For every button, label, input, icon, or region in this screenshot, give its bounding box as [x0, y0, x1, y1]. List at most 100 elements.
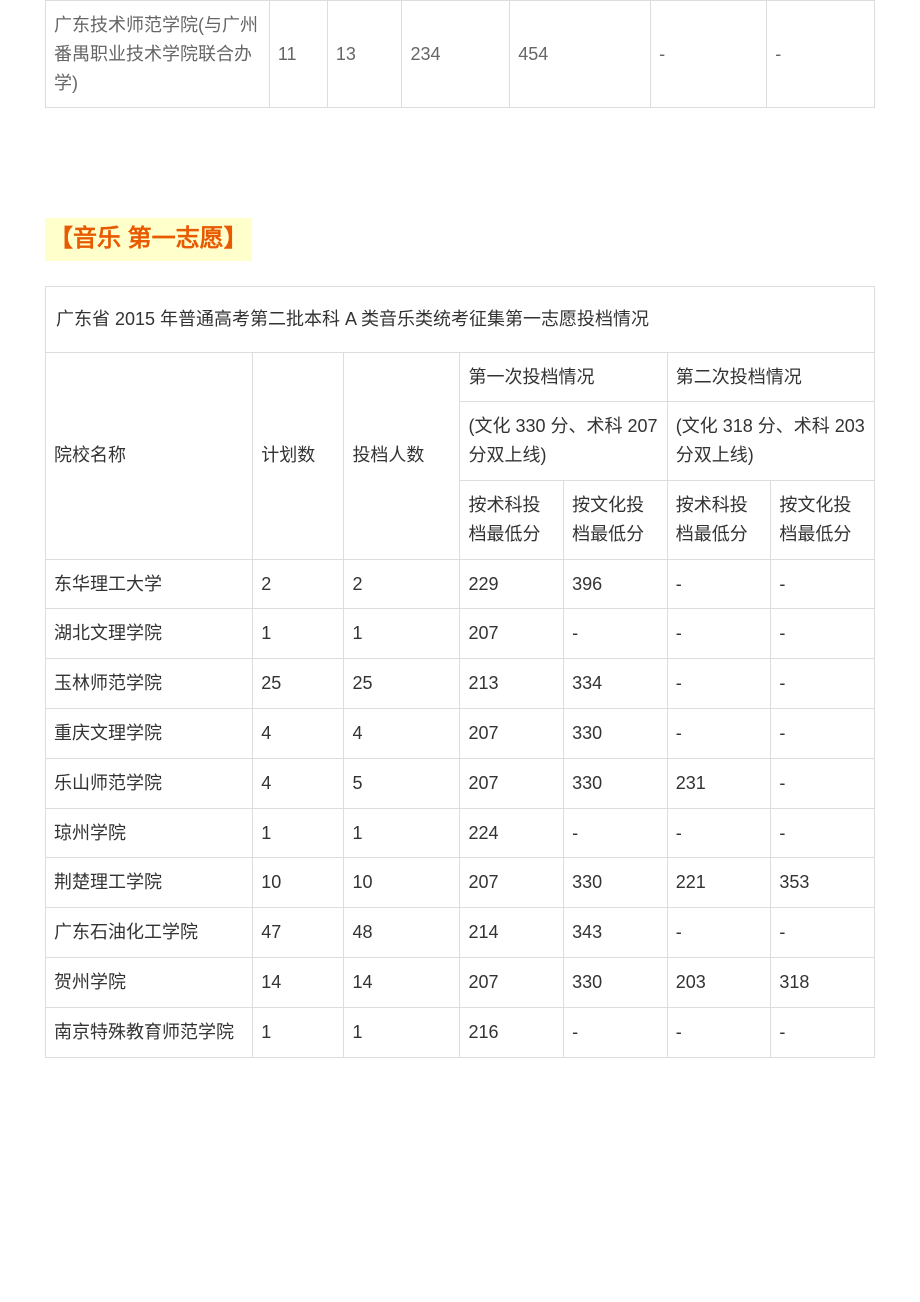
header-g2-wenhua-min: 按文化投档最低分: [771, 480, 875, 559]
g1-shuke-min-cell: 224: [460, 808, 564, 858]
g2-shuke-min-cell: 231: [667, 758, 771, 808]
music-first-choice-table: 广东省 2015 年普通高考第二批本科 A 类音乐类统考征集第一志愿投档情况 院…: [45, 286, 875, 1058]
school-name-cell: 广东技术师范学院(与广州番禺职业技术学院联合办学): [46, 1, 270, 108]
g2-shuke-min-cell: -: [667, 808, 771, 858]
header-group1-title: 第一次投档情况: [460, 352, 667, 402]
g2-wenhua-min-cell: -: [771, 758, 875, 808]
toudang-count-cell: 1: [344, 609, 460, 659]
g1-wenhua-min-cell: 396: [564, 559, 668, 609]
g1-wenhua-min-cell: 330: [564, 708, 668, 758]
g2-wenhua-min-cell: -: [771, 708, 875, 758]
toudang-count-cell: 2: [344, 559, 460, 609]
g1-shuke-min-cell: 213: [460, 659, 564, 709]
header-group2-subtitle: (文化 318 分、术科 203 分双上线): [667, 402, 874, 481]
top-fragment-table: 广东技术师范学院(与广州番禺职业技术学院联合办学) 11 13 234 454 …: [45, 0, 875, 108]
school-name-cell: 乐山师范学院: [46, 758, 253, 808]
toudang-count-cell: 1: [344, 808, 460, 858]
school-name-cell: 南京特殊教育师范学院: [46, 1007, 253, 1057]
g1-wenhua-min-cell: 330: [564, 758, 668, 808]
g2-shuke-min-cell: -: [667, 609, 771, 659]
table-row: 玉林师范学院2525213334--: [46, 659, 875, 709]
g1-wenhua-min-cell: -: [564, 609, 668, 659]
cell-c4: 454: [510, 1, 651, 108]
g2-wenhua-min-cell: 353: [771, 858, 875, 908]
plan-count-cell: 10: [253, 858, 344, 908]
plan-count-cell: 14: [253, 957, 344, 1007]
g2-shuke-min-cell: -: [667, 708, 771, 758]
table-row: 琼州学院11224---: [46, 808, 875, 858]
g1-shuke-min-cell: 207: [460, 957, 564, 1007]
table-row: 湖北文理学院11207---: [46, 609, 875, 659]
cell-c2: 13: [327, 1, 402, 108]
school-name-cell: 荆楚理工学院: [46, 858, 253, 908]
section-title-music-first-choice: 【音乐 第一志愿】: [45, 218, 252, 260]
g2-wenhua-min-cell: 318: [771, 957, 875, 1007]
school-name-cell: 广东石油化工学院: [46, 908, 253, 958]
plan-count-cell: 1: [253, 609, 344, 659]
g1-wenhua-min-cell: -: [564, 808, 668, 858]
header-g2-shuke-min: 按术科投档最低分: [667, 480, 771, 559]
table-row: 荆楚理工学院1010207330221353: [46, 858, 875, 908]
plan-count-cell: 2: [253, 559, 344, 609]
plan-count-cell: 25: [253, 659, 344, 709]
table-row: 南京特殊教育师范学院11216---: [46, 1007, 875, 1057]
header-group2-title: 第二次投档情况: [667, 352, 874, 402]
plan-count-cell: 47: [253, 908, 344, 958]
table-row: 重庆文理学院44207330--: [46, 708, 875, 758]
table-row: 贺州学院1414207330203318: [46, 957, 875, 1007]
school-name-cell: 玉林师范学院: [46, 659, 253, 709]
plan-count-cell: 1: [253, 808, 344, 858]
plan-count-cell: 4: [253, 758, 344, 808]
g2-wenhua-min-cell: -: [771, 808, 875, 858]
cell-c1: 11: [269, 1, 327, 108]
g1-wenhua-min-cell: 334: [564, 659, 668, 709]
school-name-cell: 东华理工大学: [46, 559, 253, 609]
g2-shuke-min-cell: 203: [667, 957, 771, 1007]
cell-c3: 234: [402, 1, 510, 108]
g2-shuke-min-cell: -: [667, 559, 771, 609]
g1-shuke-min-cell: 207: [460, 609, 564, 659]
toudang-count-cell: 25: [344, 659, 460, 709]
header-toudang-count: 投档人数: [344, 352, 460, 559]
header-g1-wenhua-min: 按文化投档最低分: [564, 480, 668, 559]
toudang-count-cell: 10: [344, 858, 460, 908]
g1-shuke-min-cell: 207: [460, 708, 564, 758]
table-row: 东华理工大学22229396--: [46, 559, 875, 609]
header-plan-count: 计划数: [253, 352, 344, 559]
toudang-count-cell: 48: [344, 908, 460, 958]
g1-wenhua-min-cell: 330: [564, 957, 668, 1007]
g2-wenhua-min-cell: -: [771, 559, 875, 609]
g1-shuke-min-cell: 207: [460, 858, 564, 908]
g2-wenhua-min-cell: -: [771, 1007, 875, 1057]
table-caption: 广东省 2015 年普通高考第二批本科 A 类音乐类统考征集第一志愿投档情况: [46, 286, 875, 352]
g2-wenhua-min-cell: -: [771, 908, 875, 958]
school-name-cell: 贺州学院: [46, 957, 253, 1007]
g2-shuke-min-cell: -: [667, 908, 771, 958]
header-g1-shuke-min: 按术科投档最低分: [460, 480, 564, 559]
g2-shuke-min-cell: 221: [667, 858, 771, 908]
toudang-count-cell: 4: [344, 708, 460, 758]
table-row: 乐山师范学院45207330231-: [46, 758, 875, 808]
g1-wenhua-min-cell: -: [564, 1007, 668, 1057]
g2-shuke-min-cell: -: [667, 659, 771, 709]
g1-wenhua-min-cell: 343: [564, 908, 668, 958]
table-row: 广东技术师范学院(与广州番禺职业技术学院联合办学) 11 13 234 454 …: [46, 1, 875, 108]
toudang-count-cell: 5: [344, 758, 460, 808]
g1-shuke-min-cell: 214: [460, 908, 564, 958]
header-school-name: 院校名称: [46, 352, 253, 559]
table-row: 广东石油化工学院4748214343--: [46, 908, 875, 958]
school-name-cell: 琼州学院: [46, 808, 253, 858]
school-name-cell: 湖北文理学院: [46, 609, 253, 659]
g2-wenhua-min-cell: -: [771, 609, 875, 659]
g1-shuke-min-cell: 229: [460, 559, 564, 609]
toudang-count-cell: 1: [344, 1007, 460, 1057]
g2-shuke-min-cell: -: [667, 1007, 771, 1057]
plan-count-cell: 1: [253, 1007, 344, 1057]
header-group1-subtitle: (文化 330 分、术科 207 分双上线): [460, 402, 667, 481]
g1-shuke-min-cell: 216: [460, 1007, 564, 1057]
school-name-cell: 重庆文理学院: [46, 708, 253, 758]
g2-wenhua-min-cell: -: [771, 659, 875, 709]
g1-shuke-min-cell: 207: [460, 758, 564, 808]
g1-wenhua-min-cell: 330: [564, 858, 668, 908]
toudang-count-cell: 14: [344, 957, 460, 1007]
